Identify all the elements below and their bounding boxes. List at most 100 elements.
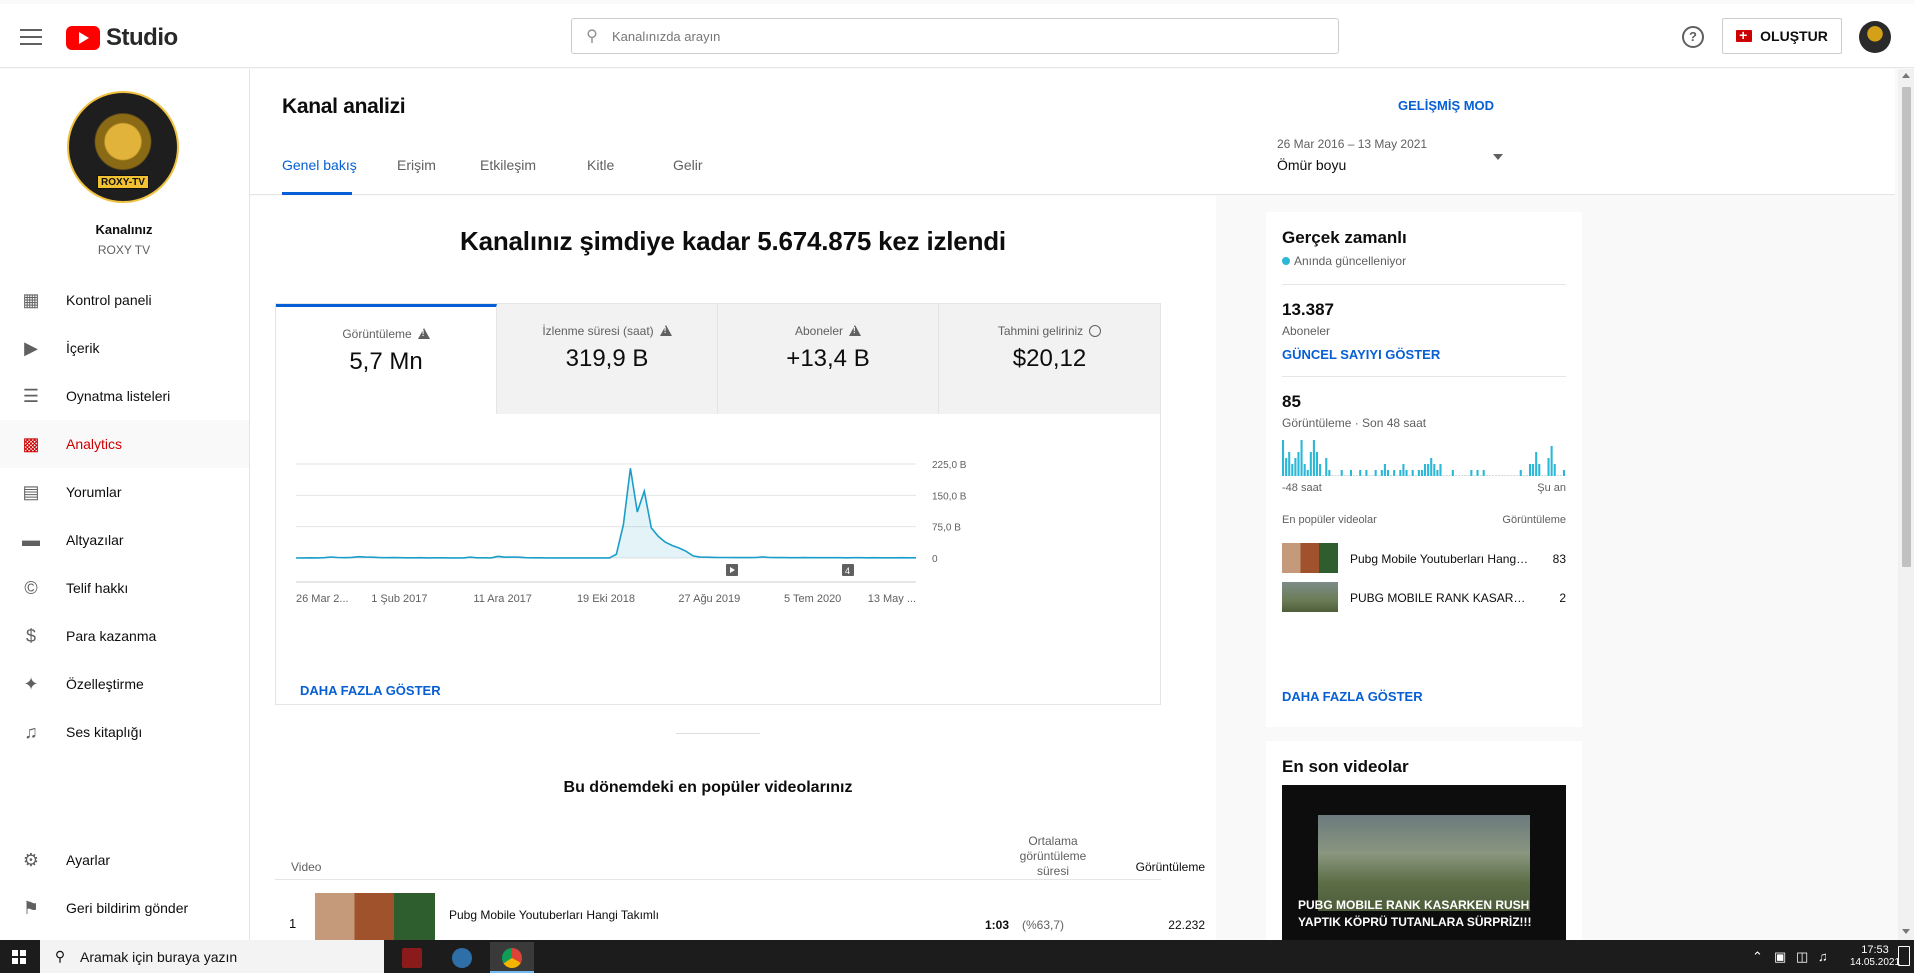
sidebar-item-monetization[interactable]: $ Para kazanma bbox=[0, 612, 249, 660]
latest-video-thumbnail[interactable]: PUBG MOBILE RANK KASARKEN RUSH YAPTIK KÖ… bbox=[1282, 785, 1566, 940]
scroll-thumb[interactable] bbox=[1902, 87, 1911, 567]
tray-app-icon[interactable]: ▣ bbox=[1774, 949, 1786, 965]
realtime-bar bbox=[1433, 464, 1436, 476]
scroll-down-icon[interactable] bbox=[1902, 929, 1910, 934]
realtime-bar bbox=[1282, 440, 1285, 476]
tab-revenue[interactable]: Gelir bbox=[673, 142, 713, 195]
studio-logo[interactable]: Studio bbox=[66, 24, 178, 52]
sidebar-item-content[interactable]: ▶ İçerik bbox=[0, 324, 249, 372]
magic-wand-icon: ✦ bbox=[23, 674, 39, 694]
realtime-bar bbox=[1498, 475, 1501, 476]
analytics-icon: ▩ bbox=[22, 434, 40, 454]
sidebar-item-feedback[interactable]: ⚑ Geri bildirim gönder bbox=[0, 884, 249, 932]
network-icon[interactable]: ◫ bbox=[1796, 949, 1808, 965]
search-box[interactable]: ⚲ bbox=[571, 18, 1339, 54]
realtime-bar bbox=[1393, 470, 1396, 476]
tab-audience[interactable]: Kitle bbox=[587, 142, 627, 195]
metric-value: 5,7 Mn bbox=[349, 348, 423, 375]
warning-icon bbox=[417, 328, 430, 339]
divider bbox=[1282, 284, 1566, 285]
voicemeeter-icon bbox=[402, 948, 422, 968]
x-tick-label: 13 May ... bbox=[868, 593, 916, 605]
show-more-button[interactable]: DAHA FAZLA GÖSTER bbox=[1282, 689, 1423, 704]
taskbar-search-placeholder: Aramak için buraya yazın bbox=[80, 948, 238, 965]
scroll-up-icon[interactable] bbox=[1902, 73, 1910, 78]
metrics-panel: Görüntüleme 5,7 Mn İzlenme süresi (saat)… bbox=[275, 303, 1161, 705]
tab-overview[interactable]: Genel bakış bbox=[282, 142, 357, 195]
volume-icon[interactable]: ♫ bbox=[1818, 949, 1828, 964]
realtime-bar bbox=[1328, 470, 1331, 476]
y-tick-label: 75,0 B bbox=[932, 523, 961, 534]
sidebar-item-subtitles[interactable]: ▬ Altyazılar bbox=[0, 516, 249, 564]
start-button[interactable] bbox=[0, 940, 38, 973]
realtime-bar bbox=[1491, 475, 1494, 476]
hamburger-menu-icon[interactable] bbox=[18, 24, 44, 48]
taskbar-date[interactable]: 14.05.2021 bbox=[1846, 957, 1904, 968]
tab-label: Erişim bbox=[397, 157, 436, 173]
top-videos-header: Video Ortalama görüntüleme süresi Görünt… bbox=[275, 824, 1205, 880]
video-thumbnail[interactable] bbox=[315, 893, 435, 940]
warning-icon bbox=[659, 325, 672, 336]
notification-icon[interactable] bbox=[1898, 946, 1910, 966]
sidebar-item-playlists[interactable]: ☰ Oynatma listeleri bbox=[0, 372, 249, 420]
sidebar-item-customization[interactable]: ✦ Özelleştirme bbox=[0, 660, 249, 708]
taskbar-time[interactable]: 17:53 bbox=[1850, 943, 1900, 957]
realtime-video-item[interactable]: Pubg Mobile Youtuberları Hangi Takımlı 8… bbox=[1282, 543, 1566, 573]
sidebar-item-settings[interactable]: ⚙ Ayarlar bbox=[0, 836, 249, 884]
dashboard-icon: ▦ bbox=[22, 290, 40, 310]
tray-chevron-up-icon[interactable]: ⌃ bbox=[1752, 949, 1763, 965]
realtime-bar bbox=[1519, 470, 1522, 476]
column-header-views[interactable]: Görüntüleme bbox=[1095, 860, 1205, 874]
realtime-bar bbox=[1414, 475, 1417, 476]
feedback-icon: ⚑ bbox=[22, 898, 40, 918]
top-videos-views-label: Görüntüleme bbox=[1502, 514, 1566, 526]
account-avatar[interactable] bbox=[1859, 21, 1891, 53]
sidebar-item-audio-library[interactable]: ♫ Ses kitaplığı bbox=[0, 708, 249, 756]
column-header-avg-duration[interactable]: Ortalama görüntüleme süresi bbox=[1003, 834, 1103, 879]
realtime-video-item[interactable]: PUBG MOBILE RANK KASARKEN RUSH YAPTIK 2 bbox=[1282, 582, 1566, 612]
show-live-count-button[interactable]: GÜNCEL SAYIYI GÖSTER bbox=[1282, 347, 1440, 362]
chrome-app-icon[interactable] bbox=[490, 942, 534, 973]
x-tick-label: 11 Ara 2017 bbox=[473, 593, 532, 605]
sidebar-item-label: Altyazılar bbox=[66, 532, 124, 548]
sidebar-item-analytics[interactable]: ▩ Analytics bbox=[0, 420, 249, 468]
search-icon[interactable]: ⚲ bbox=[572, 26, 612, 46]
sidebar-item-dashboard[interactable]: ▦ Kontrol paneli bbox=[0, 276, 249, 324]
realtime-bar bbox=[1488, 475, 1491, 476]
advanced-mode-link[interactable]: GELİŞMİŞ MOD bbox=[1398, 98, 1494, 113]
help-icon[interactable]: ? bbox=[1682, 26, 1704, 48]
realtime-bar bbox=[1470, 470, 1473, 476]
tab-label: Genel bakış bbox=[282, 157, 357, 173]
realtime-bar bbox=[1306, 470, 1309, 476]
date-range-selector[interactable]: 26 Mar 2016 – 13 May 2021 Ömür boyu bbox=[1277, 137, 1509, 179]
section-divider bbox=[676, 733, 760, 734]
tab-engagement[interactable]: Etkileşim bbox=[480, 142, 550, 195]
sidebar-item-label: İçerik bbox=[66, 340, 100, 356]
taskbar-search[interactable]: ⚲ Aramak için buraya yazın bbox=[40, 940, 384, 973]
x-tick-label: 27 Ağu 2019 bbox=[678, 593, 740, 605]
steelseries-app-icon[interactable] bbox=[440, 942, 484, 973]
metric-subscribers[interactable]: Aboneler +13,4 B bbox=[718, 304, 939, 414]
video-title[interactable]: Pubg Mobile Youtuberları Hangi Takımlı bbox=[449, 908, 659, 922]
realtime-bar bbox=[1374, 470, 1377, 476]
show-more-button[interactable]: DAHA FAZLA GÖSTER bbox=[300, 683, 441, 698]
feedback-label: Geri bildirim gönder bbox=[66, 900, 189, 916]
tab-reach[interactable]: Erişim bbox=[397, 142, 447, 195]
voicemeeter-app-icon[interactable] bbox=[390, 942, 434, 973]
metric-revenue[interactable]: Tahmini geliriniz $20,12 bbox=[939, 304, 1160, 414]
realtime-bar bbox=[1396, 475, 1399, 476]
metric-watch-time[interactable]: İzlenme süresi (saat) 319,9 B bbox=[497, 304, 718, 414]
metric-label-watch-time: İzlenme süresi (saat) bbox=[497, 324, 717, 338]
search-input[interactable] bbox=[612, 28, 1312, 44]
realtime-bar bbox=[1359, 470, 1362, 476]
create-button[interactable]: OLUŞTUR bbox=[1722, 18, 1842, 54]
sidebar-item-comments[interactable]: ▤ Yorumlar bbox=[0, 468, 249, 516]
top-bar: Studio ⚲ ? OLUŞTUR bbox=[0, 4, 1914, 68]
metric-views[interactable]: Görüntüleme 5,7 Mn bbox=[276, 304, 497, 414]
table-row[interactable]: 1 Pubg Mobile Youtuberları Hangi Takımlı… bbox=[275, 881, 1205, 940]
realtime-bar bbox=[1331, 475, 1334, 476]
channel-avatar[interactable]: ROXY-TV bbox=[67, 91, 179, 203]
avg-view-percent: (%63,7) bbox=[1022, 918, 1065, 932]
scrollbar[interactable] bbox=[1898, 69, 1914, 940]
sidebar-item-copyright[interactable]: © Telif hakkı bbox=[0, 564, 249, 612]
